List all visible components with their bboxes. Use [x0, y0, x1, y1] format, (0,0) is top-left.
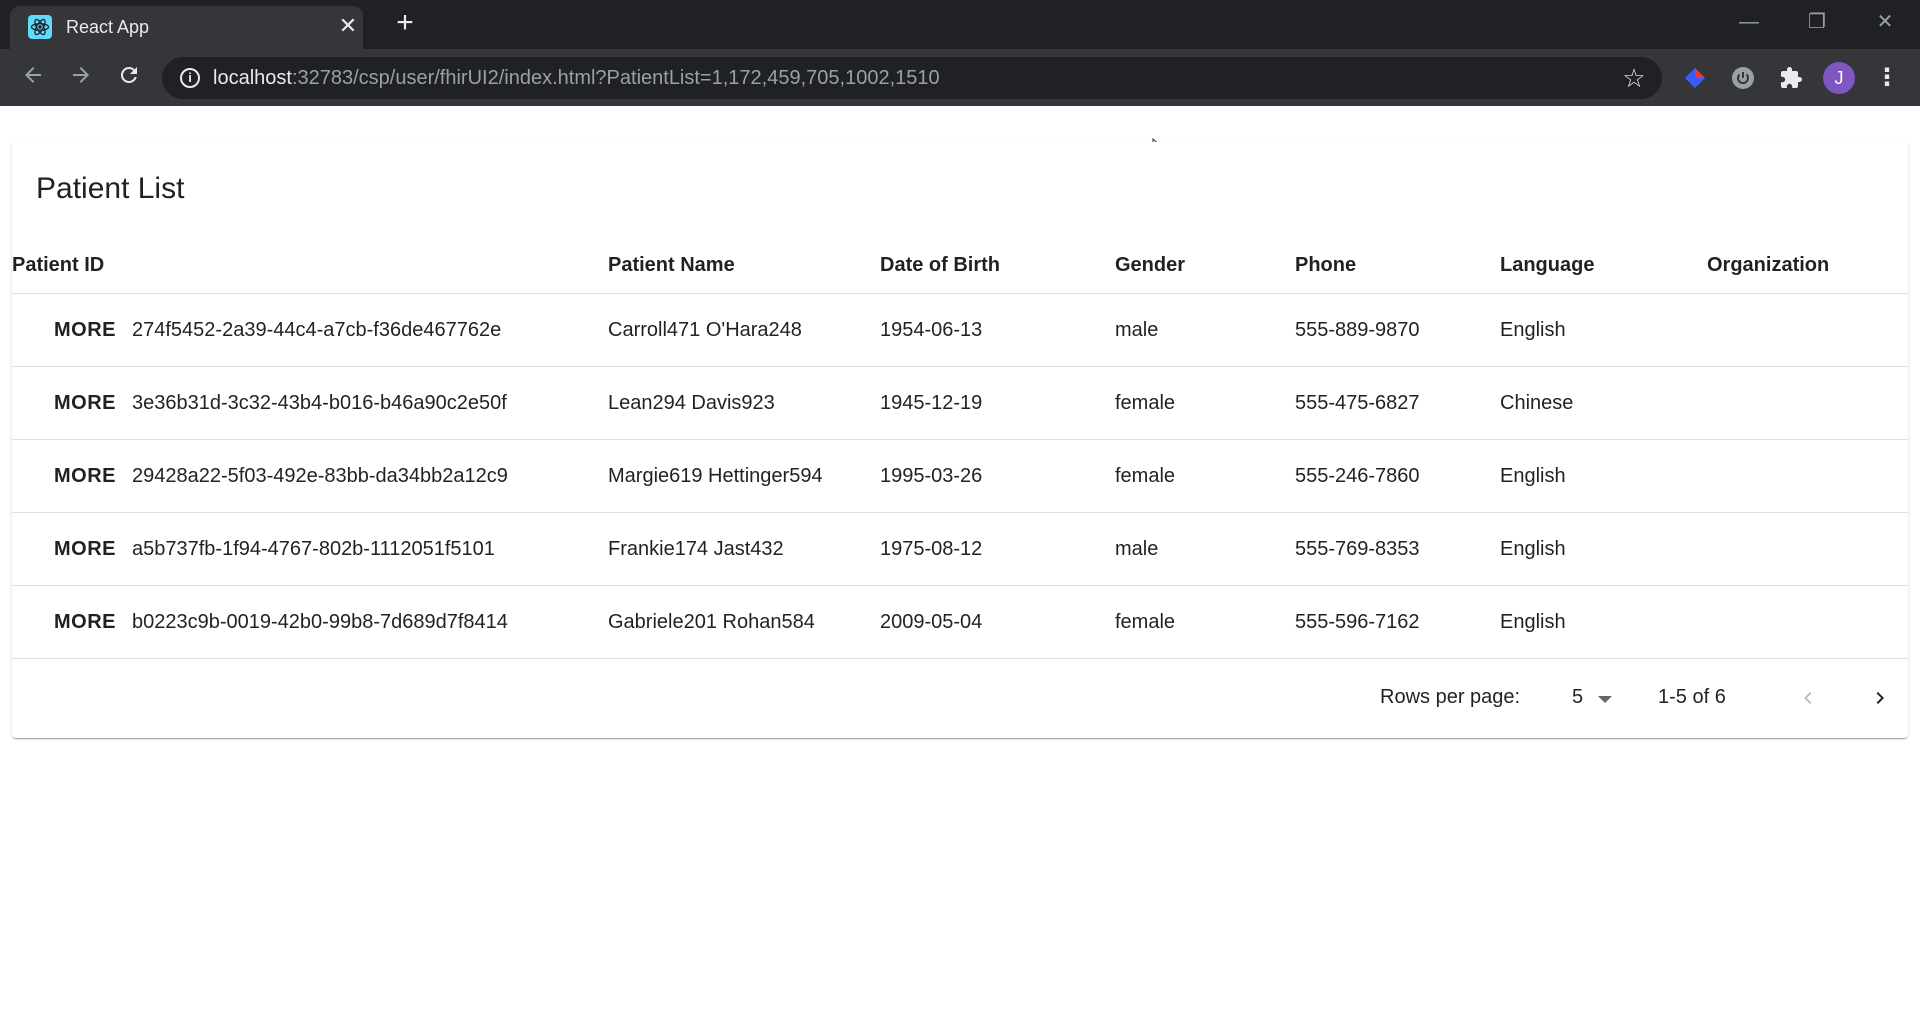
more-button[interactable]: MORE: [44, 310, 126, 350]
column-header-language[interactable]: Language: [1500, 254, 1594, 277]
power-icon[interactable]: [1728, 63, 1758, 93]
chevron-right-icon[interactable]: [1858, 676, 1902, 720]
phone-cell: 555-889-9870: [1295, 319, 1420, 341]
column-header-dob[interactable]: Date of Birth: [880, 254, 1000, 277]
browser-toolbar: i localhost:32783/csp/user/fhirUI2/index…: [0, 49, 1920, 106]
patient-name-cell: Frankie174 Jast432: [608, 538, 784, 560]
column-header-patient-id[interactable]: Patient ID: [12, 254, 104, 277]
caret-down-icon: [1598, 696, 1612, 703]
reload-icon[interactable]: [114, 63, 144, 93]
dob-cell: 1975-08-12: [880, 538, 983, 560]
phone-cell: 555-769-8353: [1295, 538, 1420, 560]
table-row: MORE 29428a22-5f03-492e-83bb-da34bb2a12c…: [12, 440, 1908, 513]
profile-avatar[interactable]: J: [1823, 62, 1855, 94]
patient-name-cell: Margie619 Hettinger594: [608, 465, 823, 487]
browser-tabstrip: React App ✕ + — ❐ ✕: [0, 0, 1920, 49]
column-header-patient-name[interactable]: Patient Name: [608, 254, 735, 277]
minimize-icon[interactable]: —: [1734, 8, 1764, 36]
dob-cell: 2009-05-04: [880, 611, 983, 633]
table-pagination: Rows per page: 5 1-5 of 6: [12, 660, 1908, 738]
language-cell: English: [1500, 465, 1566, 487]
rows-per-page-value: 5: [1572, 686, 1584, 708]
language-cell: Chinese: [1500, 392, 1574, 414]
gender-cell: female: [1115, 465, 1176, 487]
phone-cell: 555-475-6827: [1295, 392, 1420, 414]
window-close-icon[interactable]: ✕: [1870, 8, 1900, 36]
puzzle-icon[interactable]: [1776, 63, 1806, 93]
more-button[interactable]: MORE: [44, 529, 126, 569]
table-row: MORE b0223c9b-0019-42b0-99b8-7d689d7f841…: [12, 586, 1908, 659]
more-button[interactable]: MORE: [44, 383, 126, 423]
patient-name-cell: Gabriele201 Rohan584: [608, 611, 815, 633]
plus-icon[interactable]: +: [391, 8, 419, 38]
address-bar[interactable]: i localhost:32783/csp/user/fhirUI2/index…: [162, 57, 1662, 99]
react-favicon-icon: [28, 15, 52, 39]
phone-cell: 555-596-7162: [1295, 611, 1420, 633]
table-row: MORE 274f5452-2a39-44c4-a7cb-f36de467762…: [12, 294, 1908, 367]
more-button[interactable]: MORE: [44, 602, 126, 642]
pagination-range: 1-5 of 6: [1658, 686, 1726, 708]
language-cell: English: [1500, 611, 1566, 633]
tab-title: React App: [66, 17, 150, 37]
patient-id-cell: 29428a22-5f03-492e-83bb-da34bb2a12c9: [132, 465, 508, 487]
patient-name-cell: Carroll471 O'Hara248: [608, 319, 802, 341]
close-icon[interactable]: ✕: [336, 14, 360, 38]
patient-id-cell: b0223c9b-0019-42b0-99b8-7d689d7f8414: [132, 611, 508, 633]
arrow-right-icon[interactable]: [66, 63, 96, 93]
column-header-organization[interactable]: Organization: [1707, 254, 1829, 277]
chevron-left-icon[interactable]: [1786, 676, 1830, 720]
patient-id-cell: a5b737fb-1f94-4767-802b-1112051f5101: [132, 538, 495, 560]
gender-cell: male: [1115, 538, 1159, 560]
info-icon[interactable]: i: [180, 68, 200, 88]
patient-id-cell: 274f5452-2a39-44c4-a7cb-f36de467762e: [132, 319, 502, 341]
table-row: MORE 3e36b31d-3c32-43b4-b016-b46a90c2e50…: [12, 367, 1908, 440]
browser-tab[interactable]: React App ✕: [10, 6, 363, 49]
table-row: MORE a5b737fb-1f94-4767-802b-1112051f510…: [12, 513, 1908, 586]
dob-cell: 1995-03-26: [880, 465, 983, 487]
patient-id-cell: 3e36b31d-3c32-43b4-b016-b46a90c2e50f: [132, 392, 507, 414]
patient-name-cell: Lean294 Davis923: [608, 392, 775, 414]
language-cell: English: [1500, 538, 1566, 560]
patient-list-card: Patient List Patient ID Patient Name Dat…: [12, 142, 1908, 738]
star-icon[interactable]: ☆: [1620, 64, 1648, 92]
column-header-phone[interactable]: Phone: [1295, 254, 1356, 277]
more-button[interactable]: MORE: [44, 456, 126, 496]
language-cell: English: [1500, 319, 1566, 341]
url-text[interactable]: localhost:32783/csp/user/fhirUI2/index.h…: [213, 67, 940, 90]
gender-cell: female: [1115, 611, 1176, 633]
phone-cell: 555-246-7860: [1295, 465, 1420, 487]
more-vert-icon[interactable]: ⋮: [1874, 62, 1900, 94]
dob-cell: 1954-06-13: [880, 319, 983, 341]
gender-cell: female: [1115, 392, 1176, 414]
dob-cell: 1945-12-19: [880, 392, 983, 414]
arrow-left-icon[interactable]: [18, 63, 48, 93]
column-header-gender[interactable]: Gender: [1115, 254, 1185, 277]
rows-per-page-label: Rows per page:: [1380, 686, 1521, 708]
rows-per-page-select[interactable]: 5: [1560, 680, 1616, 716]
restore-icon[interactable]: ❐: [1802, 8, 1832, 36]
gender-cell: male: [1115, 319, 1159, 341]
extension-icon[interactable]: [1680, 63, 1710, 93]
